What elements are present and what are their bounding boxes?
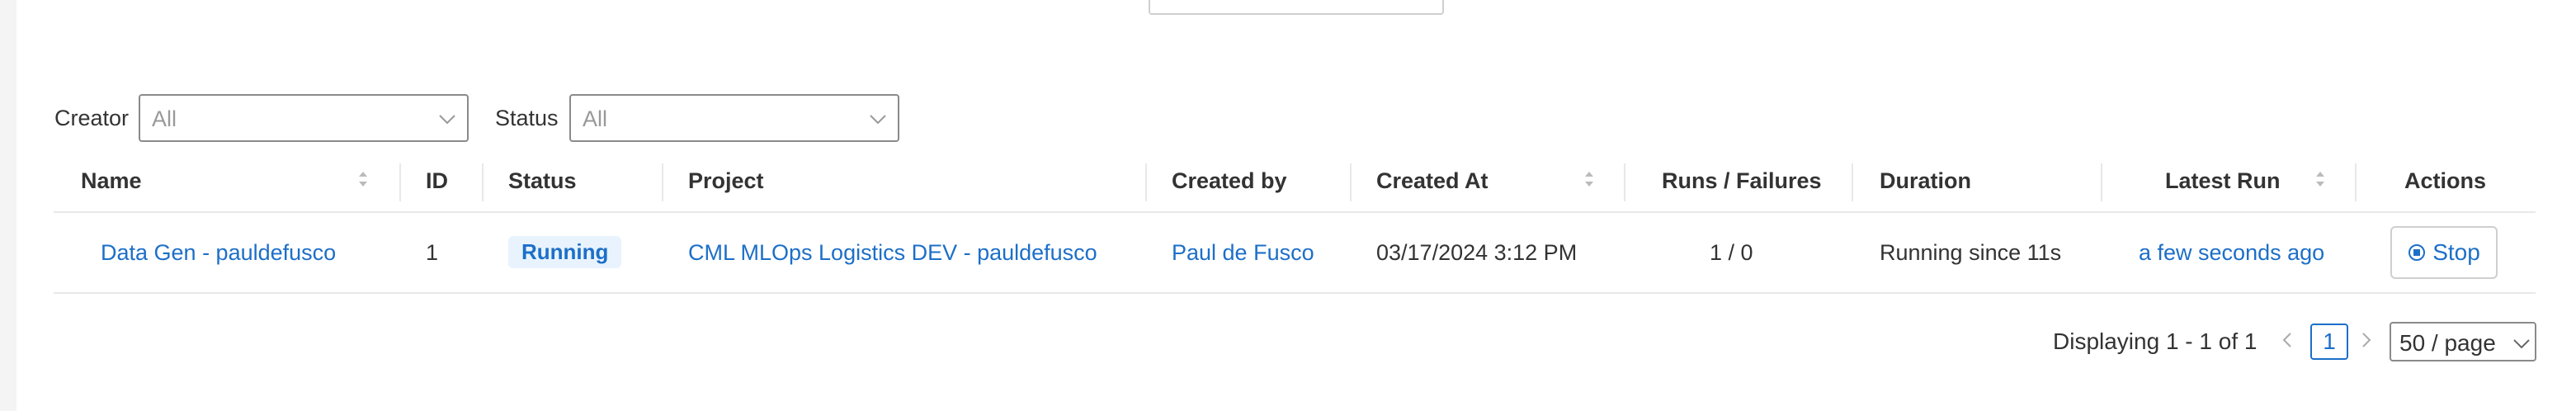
col-header-created-at[interactable]: Created At <box>1376 168 1489 194</box>
col-header-status: Status <box>508 168 577 193</box>
project-link[interactable]: CML MLOps Logistics DEV - pauldefusco <box>688 240 1097 266</box>
col-header-project: Project <box>688 168 764 193</box>
job-id: 1 <box>426 240 439 265</box>
runs-failures-value: 1 / 0 <box>1710 240 1753 265</box>
pagination-summary: Displaying 1 - 1 of 1 <box>2053 328 2258 354</box>
col-header-duration: Duration <box>1880 168 1971 193</box>
chevron-down-icon <box>439 115 455 125</box>
col-header-id: ID <box>426 168 448 193</box>
status-badge: Running <box>508 236 622 268</box>
status-filter-label: Status <box>495 106 559 130</box>
column-divider <box>482 163 484 201</box>
chevron-down-icon <box>870 115 886 125</box>
column-divider <box>1145 163 1147 201</box>
column-divider <box>399 163 401 201</box>
col-header-runs-failures: Runs / Failures <box>1662 168 1822 193</box>
status-filter-value: All <box>583 106 608 131</box>
page-number-button[interactable]: 1 <box>2310 324 2348 360</box>
row-divider <box>54 292 2536 294</box>
column-divider <box>1624 163 1625 201</box>
column-divider <box>2101 163 2102 201</box>
sort-icon[interactable] <box>356 167 370 191</box>
column-divider <box>662 163 663 201</box>
sort-icon[interactable] <box>1583 167 1596 191</box>
duration-value: Running since 11s <box>1880 240 2062 265</box>
status-filter-select[interactable]: All <box>569 94 899 142</box>
creator-filter-value: All <box>152 106 177 131</box>
job-name-link[interactable]: Data Gen - pauldefusco <box>101 240 336 266</box>
chevron-right-icon[interactable] <box>2358 328 2375 352</box>
creator-filter-select[interactable]: All <box>139 94 469 142</box>
chevron-left-icon[interactable] <box>2279 328 2295 352</box>
sort-icon[interactable] <box>2314 167 2327 191</box>
col-header-latest-run[interactable]: Latest Run <box>2165 168 2281 194</box>
column-divider <box>1350 163 1352 201</box>
column-divider <box>2355 163 2357 201</box>
latest-run-link[interactable]: a few seconds ago <box>2139 240 2324 266</box>
page-size-select[interactable]: 50 / page <box>2390 322 2536 361</box>
page-size-value: 50 / page <box>2399 330 2496 356</box>
col-header-name[interactable]: Name <box>81 168 142 194</box>
stop-button-label: Stop <box>2432 239 2480 265</box>
header-divider <box>54 211 2536 213</box>
creator-link[interactable]: Paul de Fusco <box>1172 240 1314 266</box>
col-header-created-by: Created by <box>1172 168 1287 193</box>
stop-button[interactable]: Stop <box>2390 226 2498 279</box>
chevron-down-icon <box>2513 339 2530 349</box>
col-header-actions: Actions <box>2404 168 2487 193</box>
stop-circle-icon <box>2409 244 2426 261</box>
column-divider <box>1852 163 1853 201</box>
created-at-value: 03/17/2024 3:12 PM <box>1376 240 1578 265</box>
creator-filter-label: Creator <box>54 106 130 130</box>
top-control-partial[interactable] <box>1149 0 1444 15</box>
